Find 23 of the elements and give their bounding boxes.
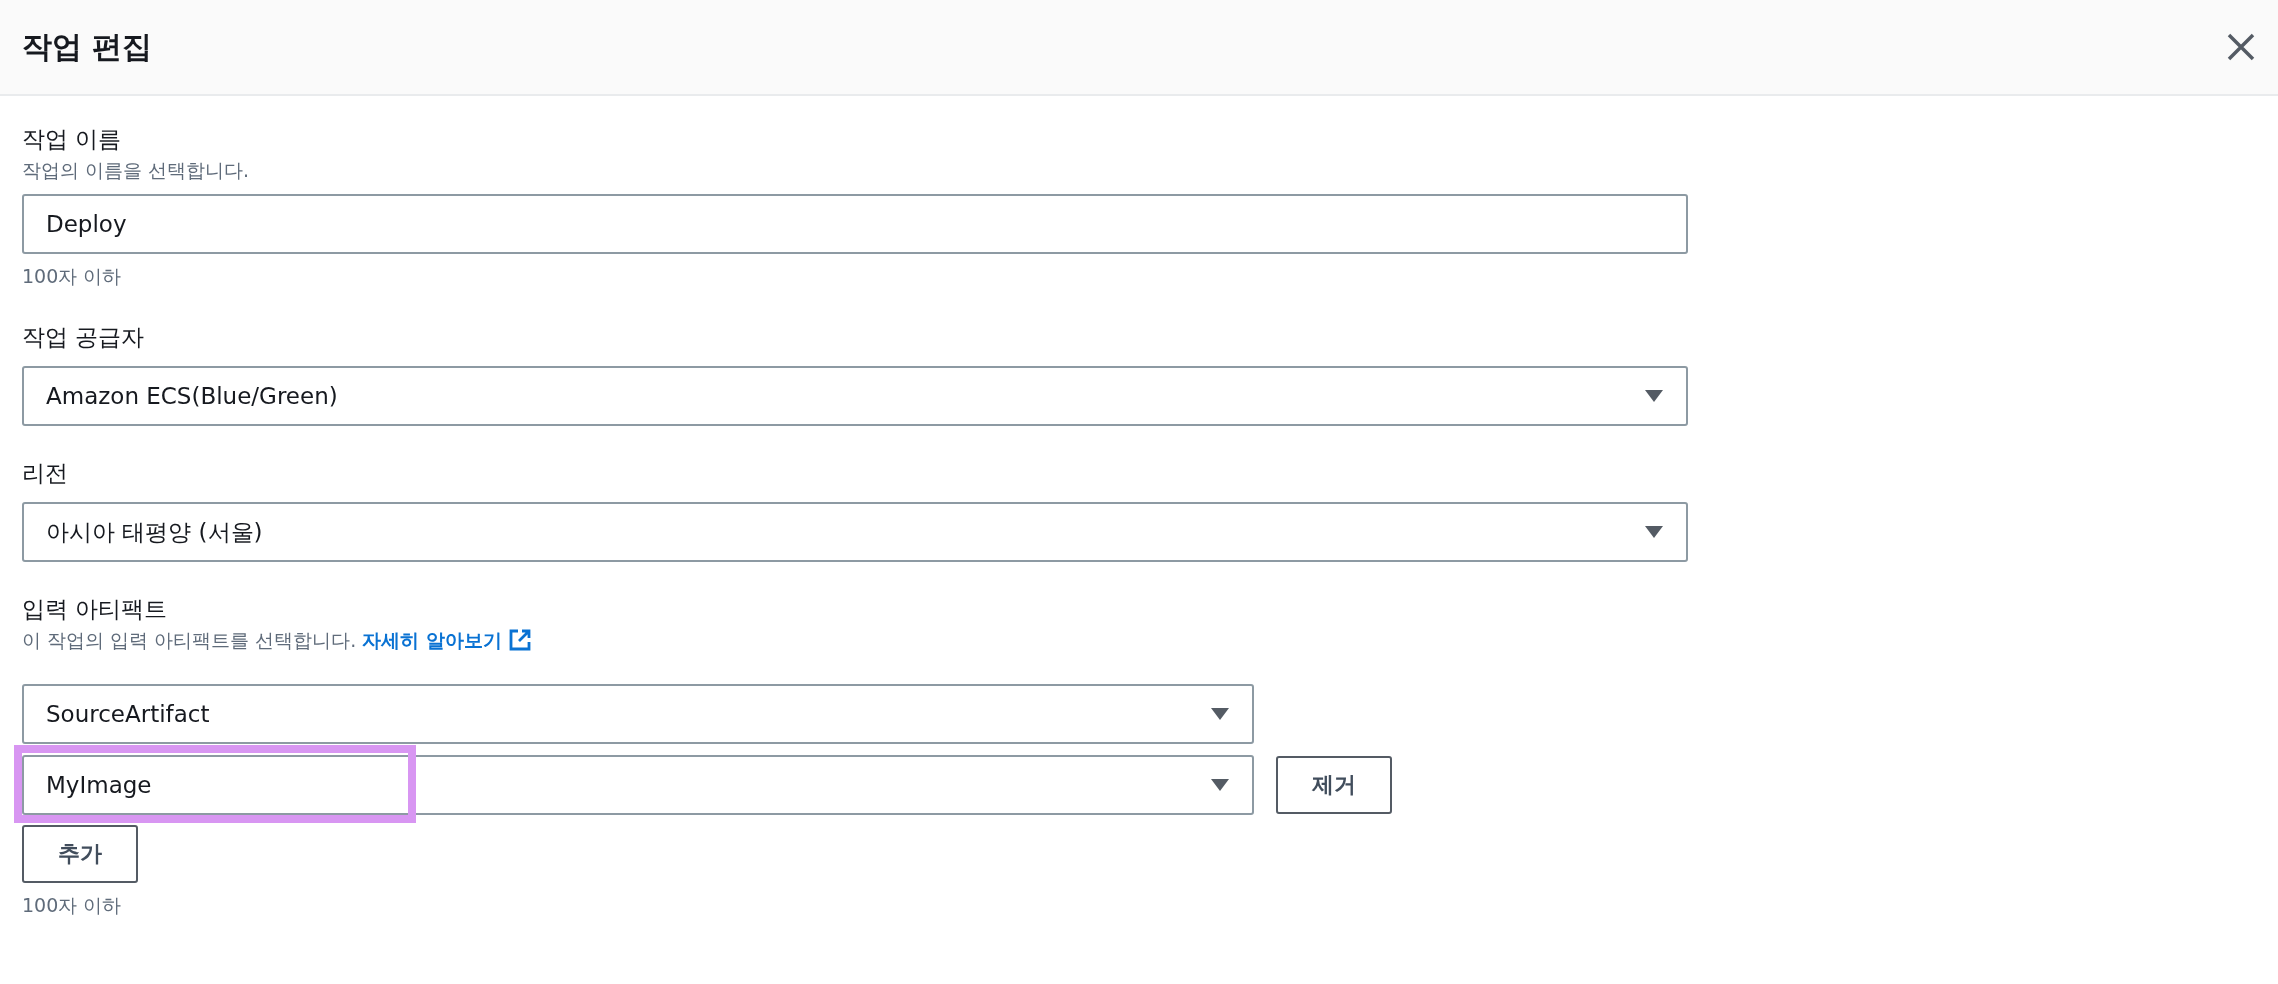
field-label: 작업 이름 bbox=[22, 125, 123, 154]
caret-down-icon bbox=[1644, 389, 1664, 403]
close-icon[interactable] bbox=[2226, 32, 2256, 62]
field-label: 입력 아티팩트 bbox=[22, 595, 169, 624]
dialog-title: 작업 편집 bbox=[22, 27, 153, 66]
dropdown-field[interactable]: Amazon ECS(Blue/Green) bbox=[22, 366, 1688, 426]
field-label: 리전 bbox=[22, 459, 69, 488]
text-field[interactable]: Deploy bbox=[22, 194, 1688, 254]
dropdown-field[interactable]: MyImage bbox=[22, 755, 1254, 815]
dropdown-field[interactable]: 아시아 태평양 (서울) bbox=[22, 502, 1688, 562]
dropdown-field[interactable]: SourceArtifact bbox=[22, 684, 1254, 744]
field-label: 작업 공급자 bbox=[22, 323, 146, 352]
constraint-text: 100자 이하 bbox=[22, 264, 123, 289]
remove-button[interactable]: 제거 bbox=[1276, 756, 1392, 814]
add-button[interactable]: 추가 bbox=[22, 825, 138, 883]
field-description: 작업의 이름을 선택합니다. bbox=[22, 158, 251, 183]
learn-more-link[interactable]: 자세히 알아보기 bbox=[362, 626, 502, 654]
caret-down-icon bbox=[1210, 778, 1230, 792]
caret-down-icon bbox=[1210, 707, 1230, 721]
constraint-text: 100자 이하 bbox=[22, 893, 123, 918]
caret-down-icon bbox=[1644, 525, 1664, 539]
external-link-icon bbox=[507, 628, 532, 652]
field-description: 이 작업의 입력 아티팩트를 선택합니다. bbox=[22, 628, 357, 653]
